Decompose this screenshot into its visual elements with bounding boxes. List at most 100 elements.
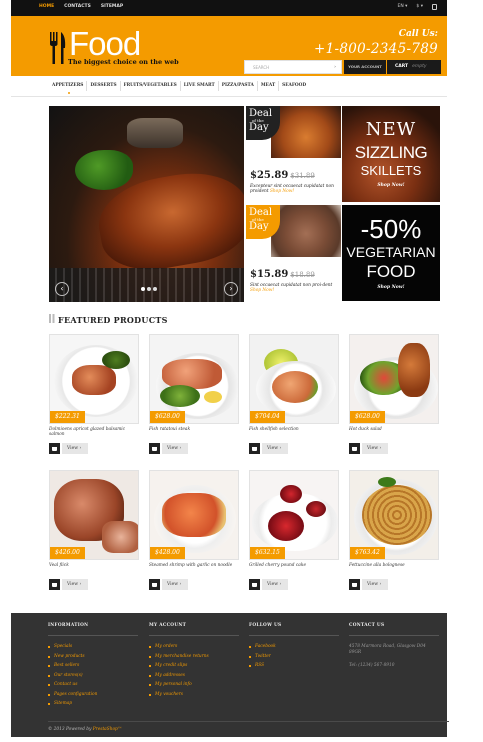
product-image[interactable]: $704.04 (249, 334, 339, 424)
footer-list: Specials New products Best sellers Our s… (48, 642, 138, 709)
page: HOME CONTACTS SITEMAP EN ▾ $ ▾ Food The … (0, 0, 483, 742)
product-image[interactable]: $426.00 (49, 470, 139, 560)
cart-button[interactable]: CART empty (387, 60, 441, 74)
category-meat[interactable]: MEAT (258, 81, 280, 91)
add-to-cart-icon[interactable] (349, 579, 360, 590)
view-button[interactable]: View › (362, 443, 388, 454)
top-bar: HOME CONTACTS SITEMAP EN ▾ $ ▾ (11, 0, 447, 16)
deal-old-price: $31.89 (290, 172, 315, 180)
promo-sizzling-skillets[interactable]: NEW SIZZLING SKILLETS Shop Now! (342, 106, 440, 202)
slider-next-arrow-icon[interactable]: › (224, 282, 238, 296)
top-right-tools: EN ▾ $ ▾ (398, 4, 437, 10)
product-image[interactable]: $628.00 (149, 334, 239, 424)
search-placeholder: SEARCH (253, 65, 270, 70)
slider-dot[interactable] (147, 287, 151, 291)
footer-list: My orders My merchandise returns My cred… (149, 642, 239, 699)
promo-line3: SKILLETS (360, 163, 422, 178)
slider-prev-arrow-icon[interactable]: ‹ (55, 282, 69, 296)
cart-status: empty (412, 64, 427, 69)
footer-link[interactable]: Sitemap (48, 699, 138, 709)
footer-link[interactable]: Best sellers (48, 661, 138, 671)
product-image[interactable]: $628.00 (349, 334, 439, 424)
top-nav-contacts[interactable]: CONTACTS (64, 4, 91, 9)
footer-link[interactable]: Specials (48, 642, 138, 652)
footer-link[interactable]: New products (48, 652, 138, 662)
view-button[interactable]: View › (62, 579, 88, 590)
currency-select[interactable]: $ ▾ (416, 4, 423, 10)
deal-tile-1[interactable]: Deal of the Day $25.89 $31.89 Excepteur s… (246, 106, 341, 202)
footer-link[interactable]: My personal info (149, 680, 239, 690)
footer-link[interactable]: My addresses (149, 671, 239, 681)
price-tag: $628.00 (150, 411, 185, 423)
product-name[interactable]: Veal flick (49, 563, 141, 568)
deal-shop-link[interactable]: Shop Now! (270, 189, 294, 194)
footer-link[interactable]: Contact us (48, 680, 138, 690)
search-arrow-icon[interactable]: › (334, 64, 336, 70)
cart-label: CART (395, 64, 409, 69)
add-to-cart-icon[interactable] (149, 579, 160, 590)
add-to-cart-icon[interactable] (49, 443, 60, 454)
footer-link[interactable]: Twitter (249, 652, 339, 662)
add-to-cart-icon[interactable] (49, 579, 60, 590)
product-name[interactable]: Fish ratatoui steak (149, 427, 241, 432)
slider-dot[interactable] (141, 287, 145, 291)
deal-old-price: $18.89 (290, 271, 315, 279)
tagline: The biggest choice on the web (68, 58, 179, 66)
product-name[interactable]: Hot duck salad (349, 427, 441, 432)
view-button[interactable]: View › (262, 579, 288, 590)
footer-link[interactable]: My orders (149, 642, 239, 652)
product-name[interactable]: Fish shellfish selection (249, 427, 341, 432)
hero-slider[interactable]: ‹ › (49, 106, 244, 302)
product-name[interactable]: Steamed shrimp with garlic on noodle (149, 563, 241, 568)
copyright-brand-link[interactable]: PrestaShop™ (93, 727, 122, 732)
product-image[interactable]: $428.00 (149, 470, 239, 560)
view-button[interactable]: View › (362, 579, 388, 590)
footer-link[interactable]: My vouchers (149, 690, 239, 700)
product-name[interactable]: Dolmioens apricot glazed balsamic salmon (49, 427, 141, 438)
category-fruits-vegetables[interactable]: FRUITS/VEGETABLES (121, 81, 181, 91)
view-label: View (367, 582, 379, 587)
search-input[interactable]: SEARCH › (244, 60, 342, 74)
footer-link[interactable]: Our stores(s) (48, 671, 138, 681)
promo-vegetarian-food[interactable]: -50% VEGETARIAN FOOD Shop Now! (342, 205, 440, 301)
category-pizza-pasta[interactable]: PIZZA/PASTA (219, 81, 258, 91)
account-button[interactable]: YOUR ACCOUNT (344, 60, 386, 74)
language-select[interactable]: EN ▾ (398, 4, 408, 10)
product-image[interactable]: $632.15 (249, 470, 339, 560)
view-button[interactable]: View › (62, 443, 88, 454)
view-button[interactable]: View › (162, 579, 188, 590)
add-to-cart-icon[interactable] (349, 443, 360, 454)
promo-shop-link[interactable]: Shop Now! (342, 183, 440, 188)
promo-shop-link[interactable]: Shop Now! (342, 285, 440, 290)
add-to-cart-icon[interactable] (149, 443, 160, 454)
slider-dot[interactable] (153, 287, 157, 291)
price-tag: $222.31 (50, 411, 85, 423)
deal-shop-link[interactable]: Shop Now! (250, 288, 274, 293)
view-button[interactable]: View › (262, 443, 288, 454)
footer-link[interactable]: My merchandise returns (149, 652, 239, 662)
footer-link[interactable]: Pages configuration (48, 690, 138, 700)
price-tag: $632.15 (250, 547, 285, 559)
footer-link[interactable]: My credit slips (149, 661, 239, 671)
category-live-smart[interactable]: LIVE SMART (181, 81, 219, 91)
currency-label: $ (416, 4, 420, 9)
active-category-marker (68, 92, 70, 94)
top-nav-sitemap[interactable]: SITEMAP (101, 4, 123, 9)
view-button[interactable]: View › (162, 443, 188, 454)
lock-icon[interactable] (432, 4, 437, 10)
category-desserts[interactable]: DESSERTS (87, 81, 121, 91)
top-nav-home[interactable]: HOME (39, 4, 54, 9)
add-to-cart-icon[interactable] (249, 579, 260, 590)
footer-link[interactable]: RSS (249, 661, 339, 671)
footer-link[interactable]: Facebook (249, 642, 339, 652)
product-image[interactable]: $222.31 (49, 334, 139, 424)
deal-tile-2[interactable]: Deal of the Day $15.89 $18.89 Sint occaec… (246, 205, 341, 301)
add-to-cart-icon[interactable] (249, 443, 260, 454)
product-image[interactable]: $763.42 (349, 470, 439, 560)
promo-line1: -50% (360, 214, 422, 244)
category-appetizers[interactable]: APPETIZERS (49, 81, 88, 91)
logo[interactable]: Food (69, 27, 141, 60)
product-name[interactable]: Grilled cherry pound cake (249, 563, 341, 568)
product-name[interactable]: Fettuccine alla bolognese (349, 563, 441, 568)
category-seafood[interactable]: SEAFOOD (279, 81, 309, 91)
